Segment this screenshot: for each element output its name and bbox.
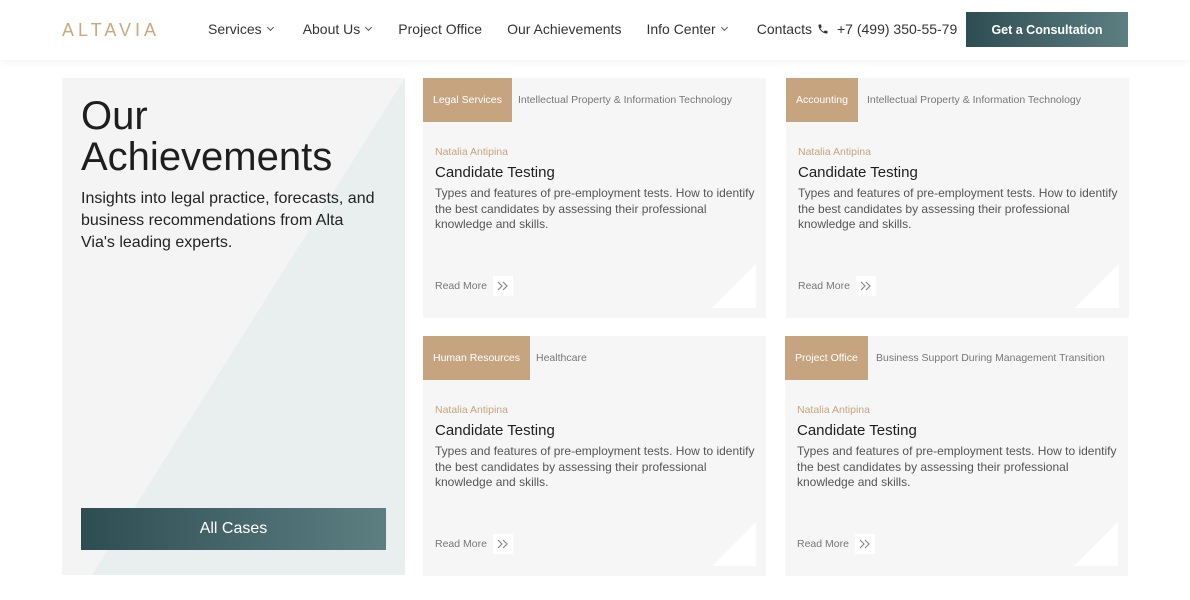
nav-services-label: Services: [208, 21, 262, 37]
read-more-link[interactable]: Read More: [797, 534, 875, 554]
achievements-intro-panel: Our Achievements Insights into legal pra…: [62, 78, 405, 575]
card-category[interactable]: Business Support During Management Trans…: [876, 336, 1105, 380]
read-more-label: Read More: [435, 280, 487, 292]
read-more-link[interactable]: Read More: [435, 534, 513, 554]
nav-info-center[interactable]: Info Center: [646, 21, 728, 37]
card-category[interactable]: Intellectual Property & Information Tech…: [867, 78, 1081, 122]
nav-our-achievements-label: Our Achievements: [507, 21, 622, 37]
nav-project-office-label: Project Office: [398, 21, 483, 37]
card-title[interactable]: Candidate Testing: [435, 422, 555, 439]
chevron-down-icon: [720, 23, 728, 32]
chevron-down-icon: [266, 23, 274, 32]
card-title[interactable]: Candidate Testing: [797, 422, 917, 439]
card-tag[interactable]: Legal Services: [423, 78, 512, 122]
read-more-label: Read More: [797, 538, 849, 550]
article-card[interactable]: Project Office Business Support During M…: [785, 336, 1128, 576]
card-category[interactable]: Healthcare: [536, 336, 587, 380]
read-more-link[interactable]: Read More: [798, 276, 876, 296]
nav-contacts[interactable]: Contacts: [757, 21, 812, 37]
double-chevron-right-icon: [854, 534, 875, 554]
card-corner-decoration: [712, 264, 756, 308]
nav-our-achievements[interactable]: Our Achievements: [507, 21, 621, 37]
card-author: Natalia Antipina: [435, 404, 508, 416]
nav-info-center-label: Info Center: [646, 21, 716, 37]
page-description: Insights into legal practice, forecasts,…: [81, 190, 375, 251]
page-title: Our Achievements: [81, 94, 333, 179]
phone-icon: [818, 24, 828, 34]
card-description: Types and features of pre-employment tes…: [797, 444, 1117, 489]
phone-link[interactable]: +7 (499) 350-55-79: [817, 21, 957, 37]
read-more-label: Read More: [798, 280, 850, 292]
main-nav: Services About Us Project Office Our Ach…: [208, 21, 812, 37]
read-more-link[interactable]: Read More: [435, 276, 513, 296]
card-author: Natalia Antipina: [797, 404, 870, 416]
article-card[interactable]: Legal Services Intellectual Property & I…: [423, 78, 766, 318]
card-description: Types and features of pre-employment tes…: [435, 186, 755, 231]
card-corner-decoration: [712, 522, 756, 566]
double-chevron-right-icon: [855, 276, 876, 296]
read-more-label: Read More: [435, 538, 487, 550]
card-description: Types and features of pre-employment tes…: [435, 444, 755, 489]
card-author: Natalia Antipina: [435, 146, 508, 158]
article-card[interactable]: Human Resources Healthcare Natalia Antip…: [423, 336, 766, 576]
nav-services[interactable]: Services: [208, 21, 274, 37]
nav-about-us-label: About Us: [302, 21, 361, 37]
double-chevron-right-icon: [492, 276, 513, 296]
card-corner-decoration: [1075, 264, 1119, 308]
card-category[interactable]: Intellectual Property & Information Tech…: [518, 78, 732, 122]
card-tag[interactable]: Human Resources: [423, 336, 530, 380]
site-header: ALTAVIA Services About Us Project Office…: [0, 0, 1190, 60]
card-author: Natalia Antipina: [798, 146, 871, 158]
card-description: Types and features of pre-employment tes…: [798, 186, 1118, 231]
card-tag[interactable]: Accounting: [786, 78, 858, 122]
double-chevron-right-icon: [492, 534, 513, 554]
all-cases-button[interactable]: All Cases: [81, 508, 386, 550]
card-tag[interactable]: Project Office: [785, 336, 868, 380]
nav-project-office[interactable]: Project Office: [398, 21, 482, 37]
get-consultation-button[interactable]: Get a Consultation: [966, 12, 1128, 47]
chevron-down-icon: [365, 23, 373, 32]
card-title[interactable]: Candidate Testing: [435, 164, 555, 181]
card-corner-decoration: [1074, 522, 1118, 566]
nav-contacts-label: Contacts: [756, 21, 812, 37]
card-title[interactable]: Candidate Testing: [798, 164, 918, 181]
article-card[interactable]: Accounting Intellectual Property & Infor…: [786, 78, 1129, 318]
nav-about-us[interactable]: About Us: [302, 21, 373, 37]
phone-number: +7 (499) 350-55-79: [837, 21, 958, 37]
logo[interactable]: ALTAVIA: [62, 20, 160, 41]
